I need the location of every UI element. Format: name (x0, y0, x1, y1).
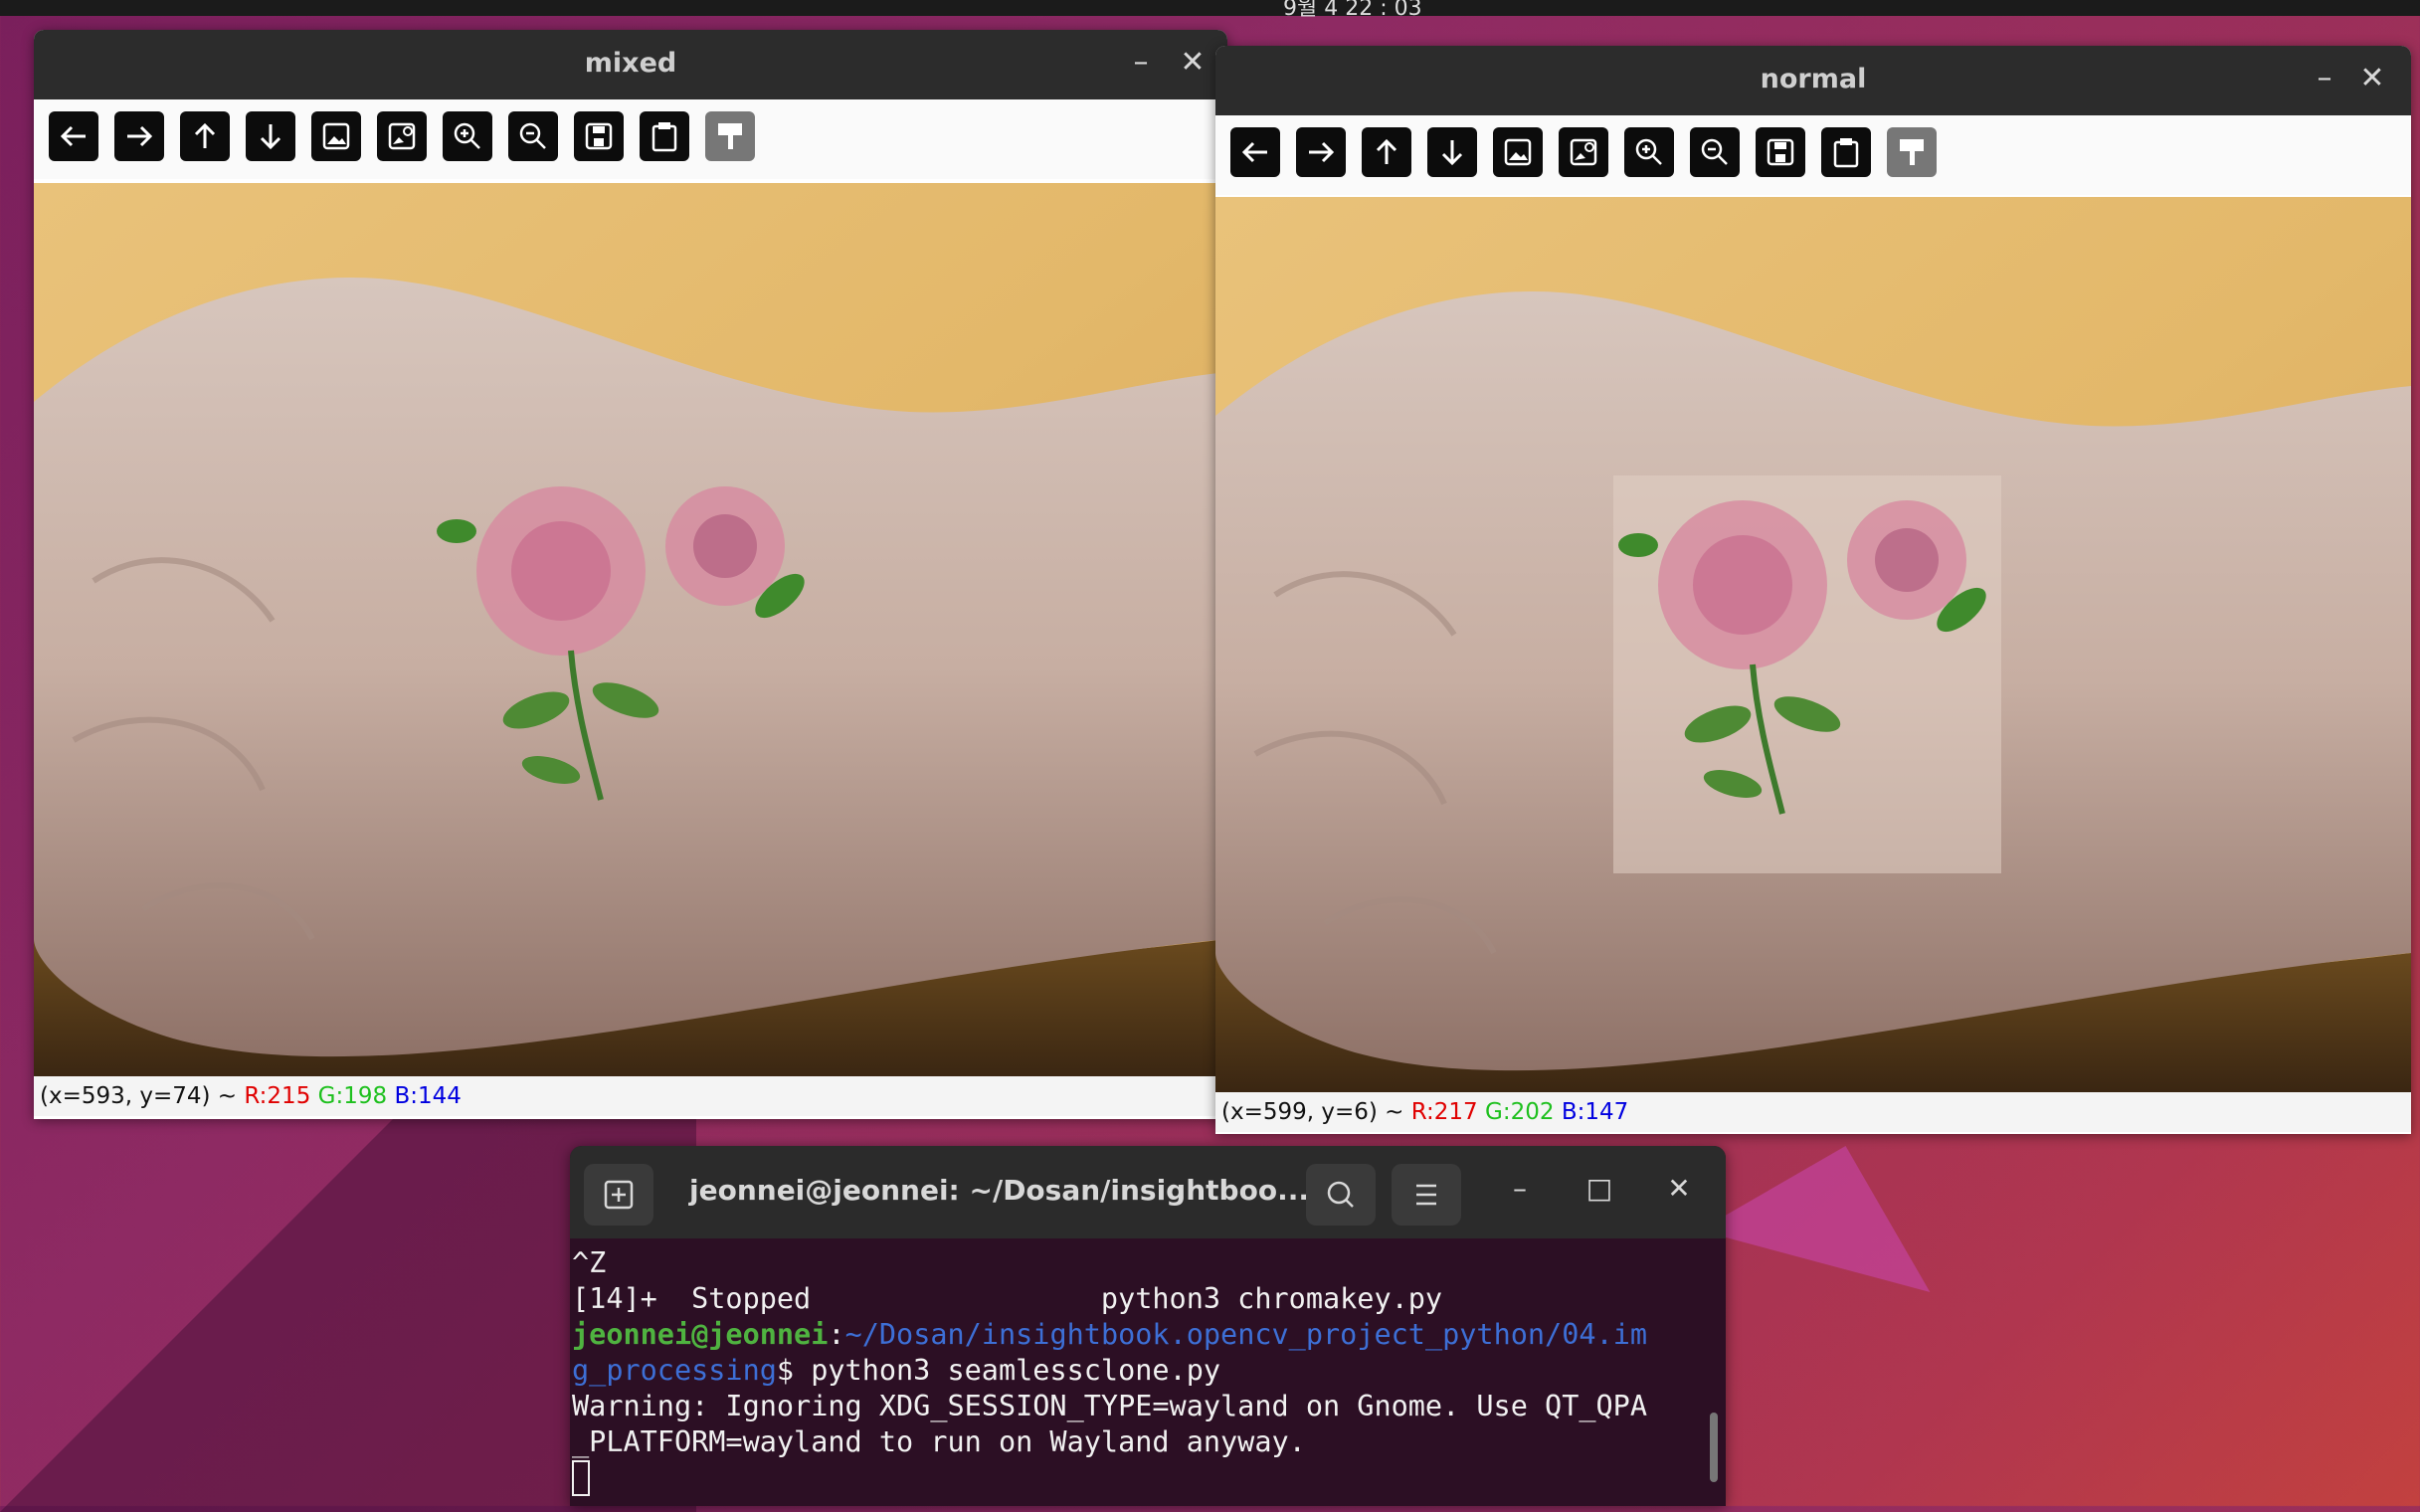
zoom-out-icon[interactable] (1690, 127, 1740, 177)
maximize-button[interactable]: □ (1580, 1172, 1619, 1205)
output-line: [14]+ Stopped python3 chromakey.py (572, 1282, 1443, 1315)
prompt-path-cont: g_processing (572, 1354, 777, 1387)
clock[interactable]: 9월 4 22 : 03 (1283, 0, 1422, 22)
image-icon[interactable] (311, 111, 361, 161)
blue-value: B:147 (1561, 1099, 1629, 1125)
hamburger-icon (1416, 1184, 1436, 1206)
terminal-title: jeonnei@jeonnei: ~/Dosan/insightboo... (689, 1174, 1309, 1207)
output-line: Warning: Ignoring XDG_SESSION_TYPE=wayla… (572, 1390, 1647, 1422)
new-tab-button[interactable] (584, 1164, 653, 1226)
image-canvas[interactable] (34, 183, 1227, 1078)
terminal-header[interactable]: jeonnei@jeonnei: ~/Dosan/insightboo... –… (570, 1146, 1726, 1238)
arrow-down-icon[interactable] (246, 111, 295, 161)
image-icon[interactable] (1493, 127, 1543, 177)
title-bar[interactable]: mixed – ✕ (34, 30, 1227, 100)
output-line: ^Z (572, 1246, 607, 1279)
zoom-out-icon[interactable] (508, 111, 558, 161)
arrow-up-icon[interactable] (1362, 127, 1411, 177)
minimize-button[interactable]: – (1124, 46, 1158, 80)
minimize-button[interactable]: – (2308, 62, 2341, 95)
coords-text: (x=593, y=74) ~ (40, 1083, 245, 1109)
arrow-left-icon[interactable] (1230, 127, 1280, 177)
minimize-button[interactable]: – (1500, 1172, 1540, 1205)
toolbar (1215, 115, 2411, 195)
mixed-window[interactable]: mixed – ✕ (x=593, y=74) ~ R:215 G:198 B:… (34, 30, 1227, 1119)
red-value: R:215 (244, 1083, 311, 1109)
zoom-in-icon[interactable] (1624, 127, 1674, 177)
hand-image (1215, 197, 2411, 1092)
blue-value: B:144 (394, 1083, 462, 1109)
paint-brush-icon[interactable] (1887, 127, 1937, 177)
window-title: mixed (584, 48, 677, 79)
image-settings-icon[interactable] (1559, 127, 1608, 177)
save-icon[interactable] (1756, 127, 1805, 177)
new-tab-icon (604, 1180, 634, 1210)
top-bar: 9월 4 22 : 03 (0, 0, 2420, 21)
status-bar: (x=593, y=74) ~ R:215 G:198 B:144 (34, 1076, 1227, 1116)
prompt-separator: : (828, 1318, 845, 1351)
clipboard-icon[interactable] (640, 111, 689, 161)
image-canvas[interactable] (1215, 197, 2411, 1092)
status-bar: (x=599, y=6) ~ R:217 G:202 B:147 (1215, 1092, 2411, 1132)
output-line: _PLATFORM=wayland to run on Wayland anyw… (572, 1425, 1306, 1458)
coords-text: (x=599, y=6) ~ (1221, 1099, 1411, 1125)
toolbar (34, 99, 1227, 179)
arrow-left-icon[interactable] (49, 111, 98, 161)
wallpaper-shape (1699, 1114, 1961, 1293)
green-value: G:198 (317, 1083, 388, 1109)
text-cursor (572, 1460, 590, 1496)
prompt-user: jeonnei@jeonnei (572, 1318, 829, 1351)
arrow-right-icon[interactable] (1296, 127, 1346, 177)
zoom-in-icon[interactable] (443, 111, 492, 161)
menu-button[interactable] (1392, 1164, 1461, 1226)
red-value: R:217 (1410, 1099, 1478, 1125)
terminal-window[interactable]: jeonnei@jeonnei: ~/Dosan/insightboo... –… (570, 1146, 1726, 1506)
close-button[interactable]: ✕ (2355, 62, 2389, 95)
terminal-output[interactable]: ^Z [14]+ Stopped python3 chromakey.py je… (572, 1245, 1706, 1496)
paint-brush-icon[interactable] (705, 111, 755, 161)
window-title: normal (1760, 64, 1867, 94)
green-value: G:202 (1485, 1099, 1555, 1125)
clipboard-icon[interactable] (1821, 127, 1871, 177)
prompt-command: $ python3 seamlessclone.py (776, 1354, 1221, 1387)
scrollbar[interactable] (1710, 1413, 1718, 1482)
image-settings-icon[interactable] (377, 111, 427, 161)
search-icon (1327, 1181, 1354, 1208)
hand-image (34, 183, 1227, 1078)
title-bar[interactable]: normal – ✕ (1215, 46, 2411, 116)
arrow-down-icon[interactable] (1427, 127, 1477, 177)
arrow-right-icon[interactable] (114, 111, 164, 161)
close-button[interactable]: ✕ (1176, 46, 1210, 80)
close-button[interactable]: ✕ (1659, 1172, 1699, 1205)
save-icon[interactable] (574, 111, 624, 161)
search-button[interactable] (1306, 1164, 1376, 1226)
arrow-up-icon[interactable] (180, 111, 230, 161)
normal-window[interactable]: normal – ✕ (x=599, y=6) ~ R:217 G:202 B:… (1215, 46, 2411, 1134)
prompt-path: ~/Dosan/insightbook.opencv_project_pytho… (844, 1318, 1648, 1351)
